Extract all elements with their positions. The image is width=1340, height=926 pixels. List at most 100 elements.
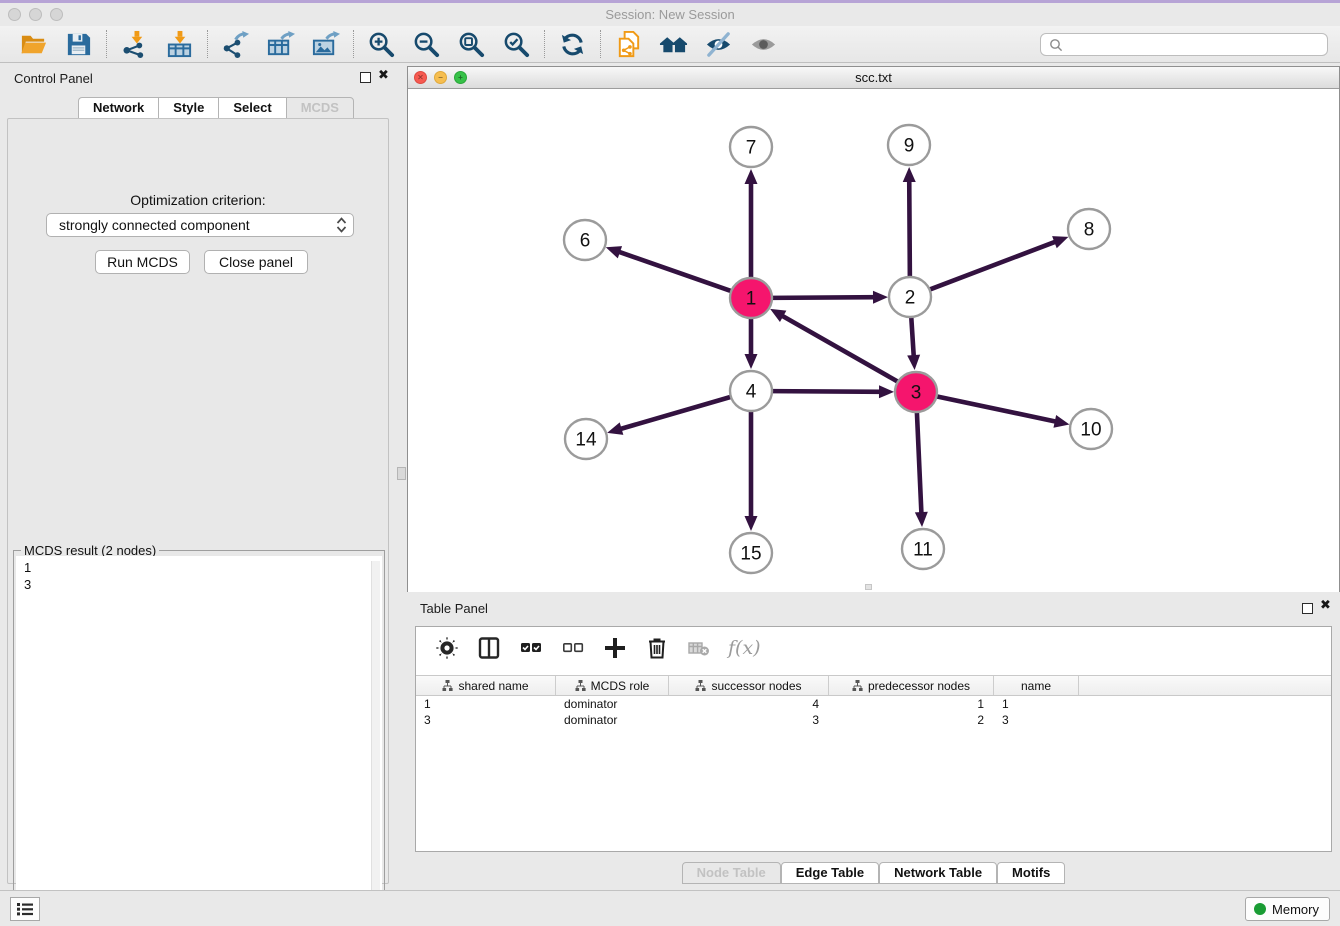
trash-icon: [645, 636, 669, 660]
search-input[interactable]: [1063, 38, 1319, 52]
splitter-grip[interactable]: [397, 467, 406, 480]
network-resize-grip[interactable]: [865, 584, 872, 590]
graph-edge-3-11[interactable]: [917, 413, 922, 515]
zoom-selected-button[interactable]: [501, 29, 532, 60]
table-cell[interactable]: 1: [994, 696, 1079, 712]
tab-network-table[interactable]: Network Table: [879, 862, 997, 884]
graph-node-label: 8: [1084, 220, 1095, 241]
zoom-fit-button[interactable]: [456, 29, 487, 60]
network-window-title: scc.txt: [408, 70, 1339, 85]
graph-edge-2-3[interactable]: [911, 318, 914, 358]
delete-table-button-disabled: [686, 635, 712, 661]
column-header-MCDS-role[interactable]: MCDS role: [556, 676, 669, 695]
zoom-in-button[interactable]: [366, 29, 397, 60]
export-table-button[interactable]: [265, 29, 296, 60]
delete-column-button[interactable]: [644, 635, 670, 661]
close-panel-icon[interactable]: ✖: [378, 68, 389, 83]
export-image-button[interactable]: [310, 29, 341, 60]
graph-edge-arrow: [606, 246, 622, 258]
table-cell[interactable]: 1: [829, 696, 994, 712]
table-settings-button[interactable]: [434, 635, 460, 661]
column-header-label: predecessor nodes: [868, 679, 970, 693]
table-cell[interactable]: 3: [416, 712, 556, 728]
import-network-icon: [120, 30, 149, 59]
column-header-successor-nodes[interactable]: successor nodes: [669, 676, 829, 695]
graph-edge-4-14[interactable]: [619, 397, 731, 430]
criterion-dropdown[interactable]: strongly connected component: [46, 213, 354, 237]
zoom-fit-icon: [457, 30, 486, 59]
result-scrollbar[interactable]: [371, 561, 380, 924]
hide-selected-button[interactable]: [703, 29, 734, 60]
refresh-view-button[interactable]: [557, 29, 588, 60]
unselect-all-columns-button[interactable]: [560, 635, 586, 661]
import-network-button[interactable]: [119, 29, 150, 60]
export-network-icon: [221, 30, 250, 59]
close-panel-button[interactable]: Close panel: [204, 250, 308, 274]
graph-edge-arrow: [607, 422, 623, 434]
table-close-icon[interactable]: ✖: [1320, 598, 1331, 613]
table-row[interactable]: 3dominator323: [416, 712, 1331, 728]
zoom-out-button[interactable]: [411, 29, 442, 60]
table-cell[interactable]: 4: [669, 696, 829, 712]
graph-node-label: 1: [746, 289, 757, 310]
table-cell[interactable]: dominator: [556, 696, 669, 712]
graph-edge-2-8[interactable]: [930, 241, 1058, 289]
float-panel-icon[interactable]: [360, 72, 371, 83]
first-neighbors-button[interactable]: [658, 29, 689, 60]
run-mcds-button[interactable]: Run MCDS: [95, 250, 190, 274]
tab-edge-table[interactable]: Edge Table: [781, 862, 879, 884]
graph-edge-1-2[interactable]: [772, 297, 876, 298]
show-all-button[interactable]: [748, 29, 779, 60]
toolbar-separator: [353, 30, 354, 58]
table-cell[interactable]: dominator: [556, 712, 669, 728]
tab-network[interactable]: Network: [78, 97, 158, 119]
table-cell[interactable]: 3: [669, 712, 829, 728]
zoom-in-icon: [367, 30, 396, 59]
toggle-panes-button[interactable]: [476, 635, 502, 661]
table-panel-body: f(x) shared nameMCDS rolesuccessor nodes…: [415, 626, 1332, 852]
graph-edge-3-1[interactable]: [781, 315, 898, 382]
open-session-button[interactable]: [18, 29, 49, 60]
network-view-window: ✕ − + scc.txt 7968124314101511: [407, 66, 1340, 592]
column-header-shared-name[interactable]: shared name: [416, 676, 556, 695]
tab-mcds[interactable]: MCDS: [286, 97, 354, 119]
unchecked-boxes-icon: [561, 636, 585, 660]
import-table-button[interactable]: [164, 29, 195, 60]
eye-slash-icon: [704, 30, 733, 59]
table-panel: Table Panel ✖: [407, 596, 1340, 888]
result-line: 1: [24, 559, 382, 576]
table-cell[interactable]: 1: [416, 696, 556, 712]
tab-style[interactable]: Style: [158, 97, 218, 119]
main-toolbar: [0, 26, 1340, 63]
select-all-columns-button[interactable]: [518, 635, 544, 661]
graph-edge-2-9[interactable]: [909, 179, 910, 276]
column-header-predecessor-nodes[interactable]: predecessor nodes: [829, 676, 994, 695]
column-header-name[interactable]: name: [994, 676, 1079, 695]
network-canvas[interactable]: 7968124314101511: [408, 89, 1339, 592]
window-title: Session: New Session: [0, 7, 1340, 22]
new-network-from-selection-button[interactable]: [613, 29, 644, 60]
panel-splitter[interactable]: [396, 63, 407, 890]
table-cell[interactable]: 2: [829, 712, 994, 728]
create-column-button[interactable]: [602, 635, 628, 661]
graph-edge-3-10[interactable]: [937, 396, 1058, 422]
tab-select[interactable]: Select: [218, 97, 285, 119]
save-session-button[interactable]: [63, 29, 94, 60]
search-box[interactable]: [1040, 33, 1328, 56]
table-float-icon[interactable]: [1302, 603, 1313, 614]
tab-motifs[interactable]: Motifs: [997, 862, 1065, 884]
graph-edge-1-6[interactable]: [617, 251, 731, 291]
task-history-button[interactable]: [10, 897, 40, 921]
table-row[interactable]: 1dominator411: [416, 696, 1331, 712]
mcds-result-text[interactable]: 1 3: [16, 556, 382, 926]
network-window-titlebar[interactable]: ✕ − + scc.txt: [408, 67, 1339, 89]
graph-node-label: 3: [911, 383, 922, 404]
memory-button[interactable]: Memory: [1245, 897, 1330, 921]
table-cell[interactable]: 3: [994, 712, 1079, 728]
graph-node-label: 6: [580, 231, 591, 252]
table-rows: 1dominator4113dominator323: [416, 696, 1331, 728]
control-panel-title: Control Panel: [14, 71, 93, 86]
tab-node-table[interactable]: Node Table: [682, 862, 781, 884]
export-network-button[interactable]: [220, 29, 251, 60]
graph-edge-4-3[interactable]: [772, 391, 882, 392]
